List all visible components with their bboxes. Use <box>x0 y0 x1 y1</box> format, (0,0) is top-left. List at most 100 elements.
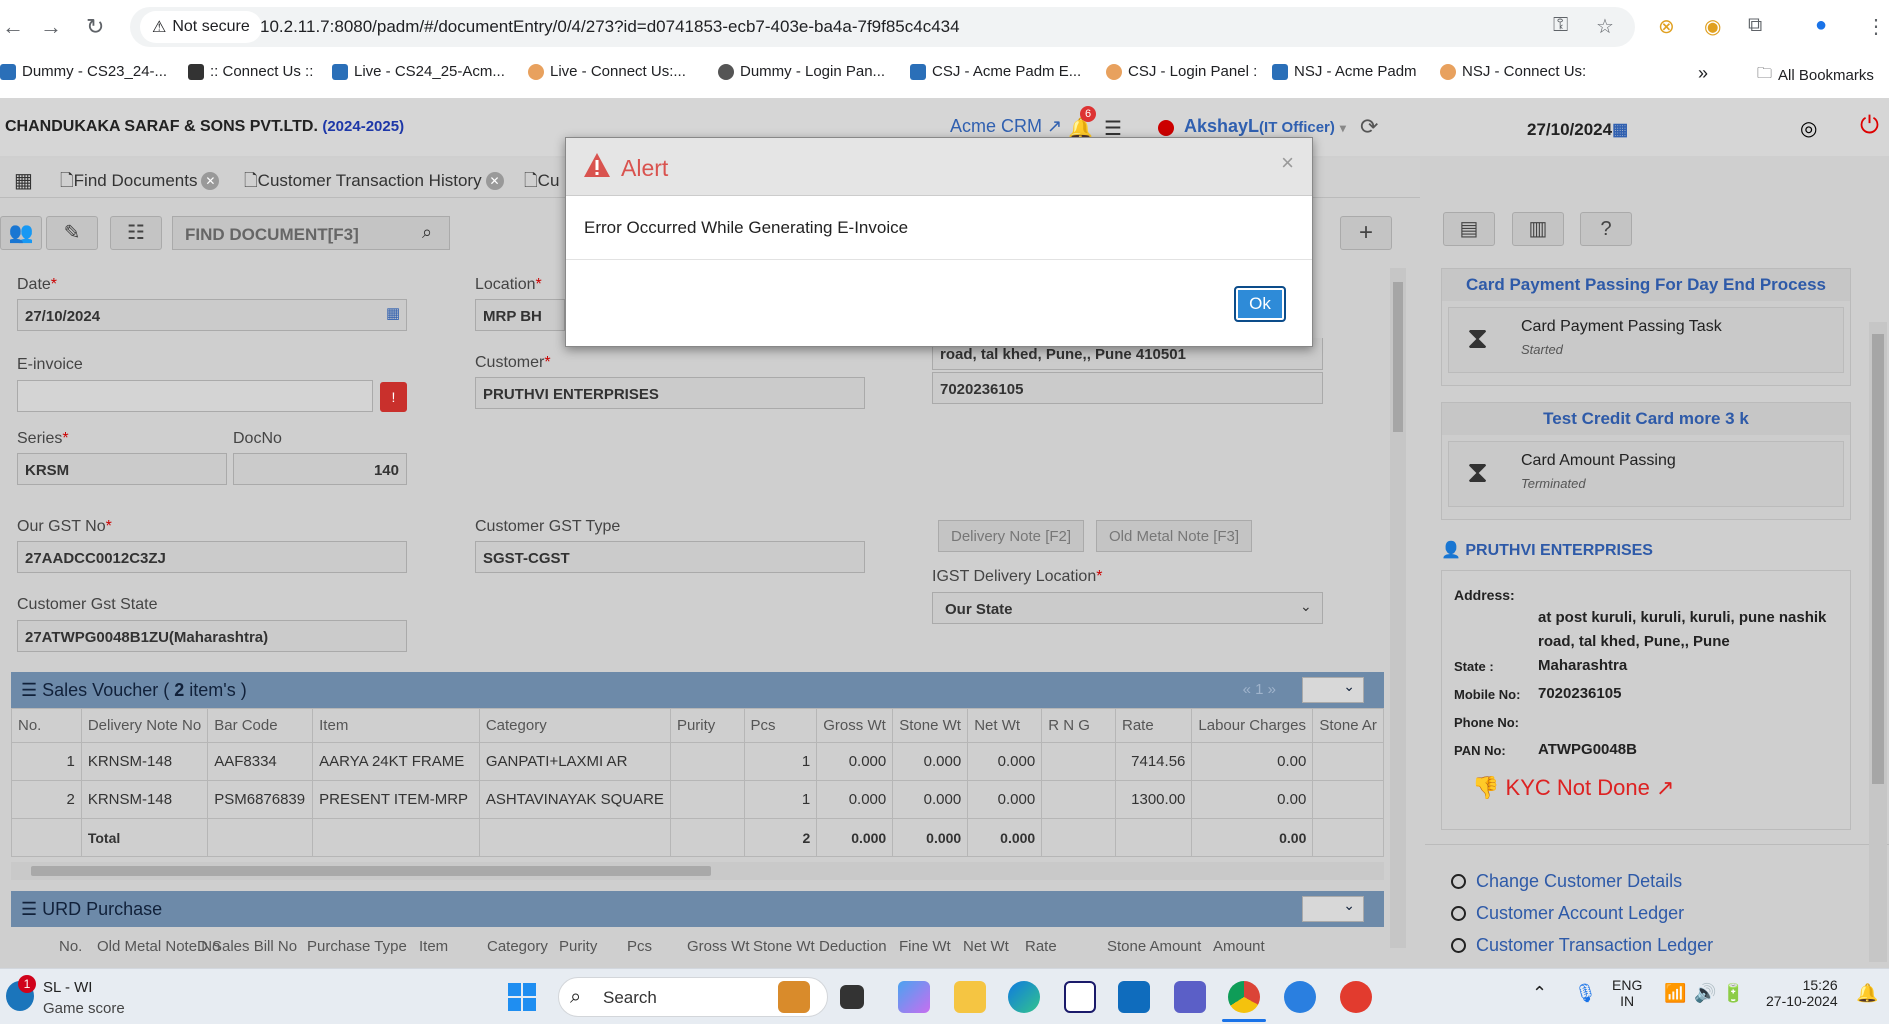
column-header[interactable]: No. <box>59 938 82 955</box>
chrome-icon[interactable] <box>1228 981 1260 1013</box>
calendar-icon[interactable]: ▦ <box>386 304 400 322</box>
bookmark-item[interactable]: NSJ - Connect Us: <box>1440 63 1586 80</box>
page-size-select[interactable]: ⌄ <box>1302 896 1364 922</box>
clock[interactable]: 15:26 27-10-2024 <box>1766 977 1838 1009</box>
table-icon[interactable]: ▤ <box>1443 212 1495 246</box>
scrollbar-thumb[interactable] <box>31 866 711 876</box>
menu-kebab-icon[interactable]: ⋮ <box>1866 14 1886 39</box>
power-icon[interactable]: ⏻ <box>1860 112 1879 140</box>
location-input[interactable]: MRP BH <box>475 299 565 331</box>
header-date[interactable]: 27/10/2024▦ <box>1527 120 1628 140</box>
pager[interactable]: « 1 » <box>1243 681 1276 698</box>
ok-button[interactable]: Ok <box>1234 286 1286 322</box>
tab-find-documents[interactable]: 🗋Find Documents ✕ <box>60 168 220 197</box>
bookmark-item[interactable]: Dummy - CS23_24-... <box>0 63 167 80</box>
copilot-icon[interactable] <box>898 981 930 1013</box>
customer-action-link[interactable]: Customer Account Ledger <box>1451 903 1684 924</box>
battery-icon[interactable]: 🔋 <box>1722 983 1744 1004</box>
edge-icon[interactable] <box>1008 981 1040 1013</box>
close-tab-icon[interactable]: ✕ <box>201 172 220 190</box>
bookmark-item[interactable]: :: Connect Us :: <box>188 63 313 80</box>
column-header[interactable]: Purity <box>669 708 745 743</box>
column-header[interactable]: Item <box>419 938 448 955</box>
customer-action-link[interactable]: Customer Transaction Ledger <box>1451 935 1713 956</box>
column-header[interactable]: Pcs <box>743 708 818 743</box>
igst-select[interactable]: Our State <box>932 592 1323 624</box>
widget-subtitle[interactable]: Game score <box>43 1000 125 1017</box>
column-header[interactable]: Stone Ar <box>1312 708 1384 743</box>
info-alert-icon[interactable]: ! <box>380 382 407 412</box>
help-icon[interactable]: ? <box>1580 212 1632 246</box>
password-key-icon[interactable]: ⚿ <box>1553 14 1568 37</box>
column-header[interactable]: Gross Wt <box>816 708 894 743</box>
table-row[interactable]: 2 KRNSM-148 PSM6876839 PRESENT ITEM-MRP ASHT… <box>11 780 1384 819</box>
column-header[interactable]: Purity <box>559 938 597 955</box>
extensions-puzzle-icon[interactable]: ⧉ <box>1748 14 1762 37</box>
vertical-scrollbar[interactable] <box>1390 268 1406 948</box>
close-icon[interactable]: × <box>1281 150 1294 176</box>
column-header[interactable]: Fine Wt <box>899 938 951 955</box>
microphone-icon[interactable]: 🎙 <box>1574 983 1597 1004</box>
notifications-bell-icon[interactable]: 🔔 <box>1856 983 1878 1004</box>
vertical-scrollbar[interactable] <box>1869 322 1887 962</box>
bookmark-item[interactable]: Dummy - Login Pan... <box>718 63 885 80</box>
column-header[interactable]: Deduction <box>819 938 887 955</box>
user-menu[interactable]: AkshayL(IT Officer) ▾ <box>1184 116 1346 137</box>
edit-icon[interactable]: ✎ <box>46 216 98 250</box>
scrollbar-thumb[interactable] <box>1393 282 1403 432</box>
file-explorer-icon[interactable] <box>954 981 986 1013</box>
volume-icon[interactable]: 🔊 <box>1694 983 1716 1004</box>
kyc-status[interactable]: 👎 KYC Not Done ↗ <box>1472 775 1674 801</box>
series-input[interactable]: KRSM <box>17 453 227 485</box>
customers-icon[interactable]: 👥 <box>0 216 42 250</box>
customer-action-link[interactable]: Change Customer Details <box>1451 871 1682 892</box>
customer-gst-type-input[interactable]: SGST-CGST <box>475 541 865 573</box>
language-indicator[interactable]: ENG IN <box>1612 977 1642 1009</box>
column-header[interactable]: Bar Code <box>207 708 314 743</box>
hide-eye-icon[interactable]: ◎ <box>1800 116 1817 141</box>
column-header[interactable]: Stone Amount <box>1107 938 1201 955</box>
bookmark-item[interactable]: Live - CS24_25-Acm... <box>332 63 505 80</box>
bookmark-star-icon[interactable]: ☆ <box>1596 14 1614 39</box>
delivery-note-button[interactable]: Delivery Note [F2] <box>938 520 1085 552</box>
not-secure-badge[interactable]: ⚠ Not secure <box>140 11 262 43</box>
scrollbar-thumb[interactable] <box>1872 334 1884 784</box>
horizontal-scrollbar[interactable] <box>11 862 1384 880</box>
old-metal-note-button[interactable]: Old Metal Note [F3] <box>1096 520 1253 552</box>
column-header[interactable]: Delivery Note No <box>80 708 209 743</box>
find-document-input[interactable]: FIND DOCUMENT[F3] <box>172 216 450 250</box>
book-icon[interactable]: ▥ <box>1512 212 1564 246</box>
column-header[interactable]: Amount <box>1213 938 1265 955</box>
mobile-input[interactable]: 7020236105 <box>932 372 1323 404</box>
crm-link[interactable]: Acme CRM ↗ <box>950 116 1062 137</box>
bookmark-item[interactable]: Live - Connect Us:... <box>528 63 686 80</box>
bookmarks-overflow-icon[interactable]: » <box>1698 63 1708 84</box>
terminal-icon[interactable] <box>840 985 864 1009</box>
list-view-icon[interactable]: ☷ <box>110 216 162 250</box>
column-header[interactable]: No. <box>11 708 82 743</box>
extension-2-icon[interactable]: ◉ <box>1704 14 1721 39</box>
column-header[interactable]: Purchase Type <box>307 938 407 955</box>
windows-start-icon[interactable] <box>508 983 536 1011</box>
column-header[interactable]: Net Wt <box>967 708 1043 743</box>
workflow-title[interactable]: Test Credit Card more 3 k <box>1442 403 1850 435</box>
workflow-title[interactable]: Card Payment Passing For Day End Process <box>1442 269 1850 301</box>
workflow-task[interactable]: ⧗ Card Payment Passing Task Started <box>1448 307 1844 373</box>
search-icon[interactable]: ⌕ <box>422 222 432 243</box>
phone-app-icon[interactable] <box>1284 981 1316 1013</box>
column-header[interactable]: D.Sales Bill No <box>197 938 297 955</box>
column-header[interactable]: Category <box>487 938 548 955</box>
wifi-icon[interactable]: 📶 <box>1664 983 1686 1004</box>
workflow-task[interactable]: ⧗ Card Amount Passing Terminated <box>1448 441 1844 507</box>
column-header[interactable]: Gross Wt <box>687 938 750 955</box>
column-header[interactable]: Category <box>478 708 671 743</box>
column-header[interactable]: Stone Wt <box>892 708 969 743</box>
wps-office-icon[interactable] <box>1340 981 1372 1013</box>
reload-icon[interactable]: ↻ <box>86 14 104 40</box>
briefcase-icon[interactable] <box>778 981 810 1013</box>
customer-gst-state-input[interactable]: 27ATWPG0048B1ZU(Maharashtra) <box>17 620 407 652</box>
widget-title[interactable]: SL - WI <box>43 979 92 996</box>
table-row[interactable]: 1 KRNSM-148 AAF8334 AARYA 24KT FRAME GANPATI… <box>11 742 1384 781</box>
column-header[interactable]: Labour Charges <box>1191 708 1314 743</box>
gst-input[interactable]: 27AADCC0012C3ZJ <box>17 541 407 573</box>
